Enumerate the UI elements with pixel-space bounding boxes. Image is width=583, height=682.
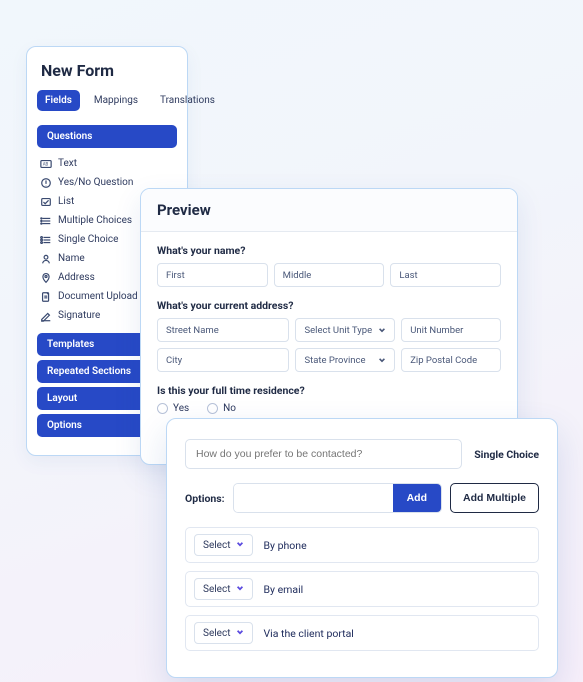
question-label: Is this your full time residence? xyxy=(157,384,501,397)
qtype-label: Document Upload xyxy=(58,291,138,302)
option-input[interactable] xyxy=(234,484,393,512)
option-text: By email xyxy=(263,583,303,596)
option-row: Select By email xyxy=(185,571,539,607)
option-type-select[interactable]: Select xyxy=(194,622,253,644)
text-icon: AB xyxy=(39,157,52,170)
option-type-select[interactable]: Select xyxy=(194,534,253,556)
qtype-label: List xyxy=(58,196,74,207)
unit-type-select[interactable]: Select Unit Type xyxy=(295,318,395,342)
qtype-label: Text xyxy=(58,158,77,169)
option-text: Via the client portal xyxy=(263,627,353,640)
qtype-label: Address xyxy=(58,272,95,283)
select-value: Select xyxy=(203,628,230,639)
qtype-label: Single Choice xyxy=(58,234,118,245)
radio-icon xyxy=(207,403,218,414)
radio-label: Yes xyxy=(173,403,189,414)
select-value: Select xyxy=(203,540,230,551)
address-icon xyxy=(39,271,52,284)
multichoice-icon xyxy=(39,214,52,227)
qtype-label: Signature xyxy=(58,310,100,321)
section-questions[interactable]: Questions xyxy=(37,125,177,148)
state-select[interactable]: State Province xyxy=(295,348,395,372)
signature-icon xyxy=(39,309,52,322)
upload-icon xyxy=(39,290,52,303)
question-name: What's your name? First Middle Last xyxy=(157,244,501,287)
builder-tabs: Fields Mappings Translations xyxy=(27,90,187,121)
middle-name-input[interactable]: Middle xyxy=(274,263,385,287)
qtype-label: Multiple Choices xyxy=(58,215,132,226)
tab-fields[interactable]: Fields xyxy=(37,90,80,111)
caret-down-icon xyxy=(236,540,244,551)
question-address: What's your current address? Street Name… xyxy=(157,299,501,372)
singlechoice-icon xyxy=(39,233,52,246)
unit-number-input[interactable]: Unit Number xyxy=(401,318,501,342)
option-row: Select By phone xyxy=(185,527,539,563)
option-text: By phone xyxy=(263,539,306,552)
preview-header: Preview xyxy=(141,189,517,232)
city-input[interactable]: City xyxy=(157,348,289,372)
radio-icon xyxy=(157,403,168,414)
question-label: What's your current address? xyxy=(157,299,501,312)
yesno-icon xyxy=(39,176,52,189)
street-name-input[interactable]: Street Name xyxy=(157,318,289,342)
options-label: Options: xyxy=(185,492,225,505)
builder-title: New Form xyxy=(27,61,187,90)
question-residence: Is this your full time residence? Yes No xyxy=(157,384,501,414)
qtype-text[interactable]: AB Text xyxy=(39,156,175,171)
select-value: Select Unit Type xyxy=(304,325,372,336)
qtype-label: Name xyxy=(58,253,85,264)
option-type-select[interactable]: Select xyxy=(194,578,253,600)
zip-input[interactable]: Zip Postal Code xyxy=(401,348,501,372)
question-title-input[interactable] xyxy=(185,439,462,469)
add-option-button[interactable]: Add xyxy=(393,484,441,512)
radio-yes[interactable]: Yes xyxy=(157,403,189,414)
tab-mappings[interactable]: Mappings xyxy=(86,90,146,111)
tab-translations[interactable]: Translations xyxy=(152,90,223,111)
option-row: Select Via the client portal xyxy=(185,615,539,651)
select-value: Select xyxy=(203,584,230,595)
preview-title: Preview xyxy=(157,201,501,219)
caret-down-icon xyxy=(236,628,244,639)
question-config-panel: Single Choice Options: Add Add Multiple … xyxy=(166,418,558,678)
option-input-group: Add xyxy=(233,483,442,513)
first-name-input[interactable]: First xyxy=(157,263,268,287)
last-name-input[interactable]: Last xyxy=(390,263,501,287)
select-value: State Province xyxy=(304,355,365,366)
radio-no[interactable]: No xyxy=(207,403,236,414)
name-icon xyxy=(39,252,52,265)
chevron-down-icon xyxy=(378,326,386,334)
question-type-label: Single Choice xyxy=(474,448,539,461)
qtype-label: Yes/No Question xyxy=(58,177,133,188)
add-multiple-button[interactable]: Add Multiple xyxy=(450,483,539,513)
radio-label: No xyxy=(223,403,236,414)
question-label: What's your name? xyxy=(157,244,501,257)
chevron-down-icon xyxy=(378,356,386,364)
svg-text:AB: AB xyxy=(42,162,48,167)
list-icon xyxy=(39,195,52,208)
caret-down-icon xyxy=(236,584,244,595)
